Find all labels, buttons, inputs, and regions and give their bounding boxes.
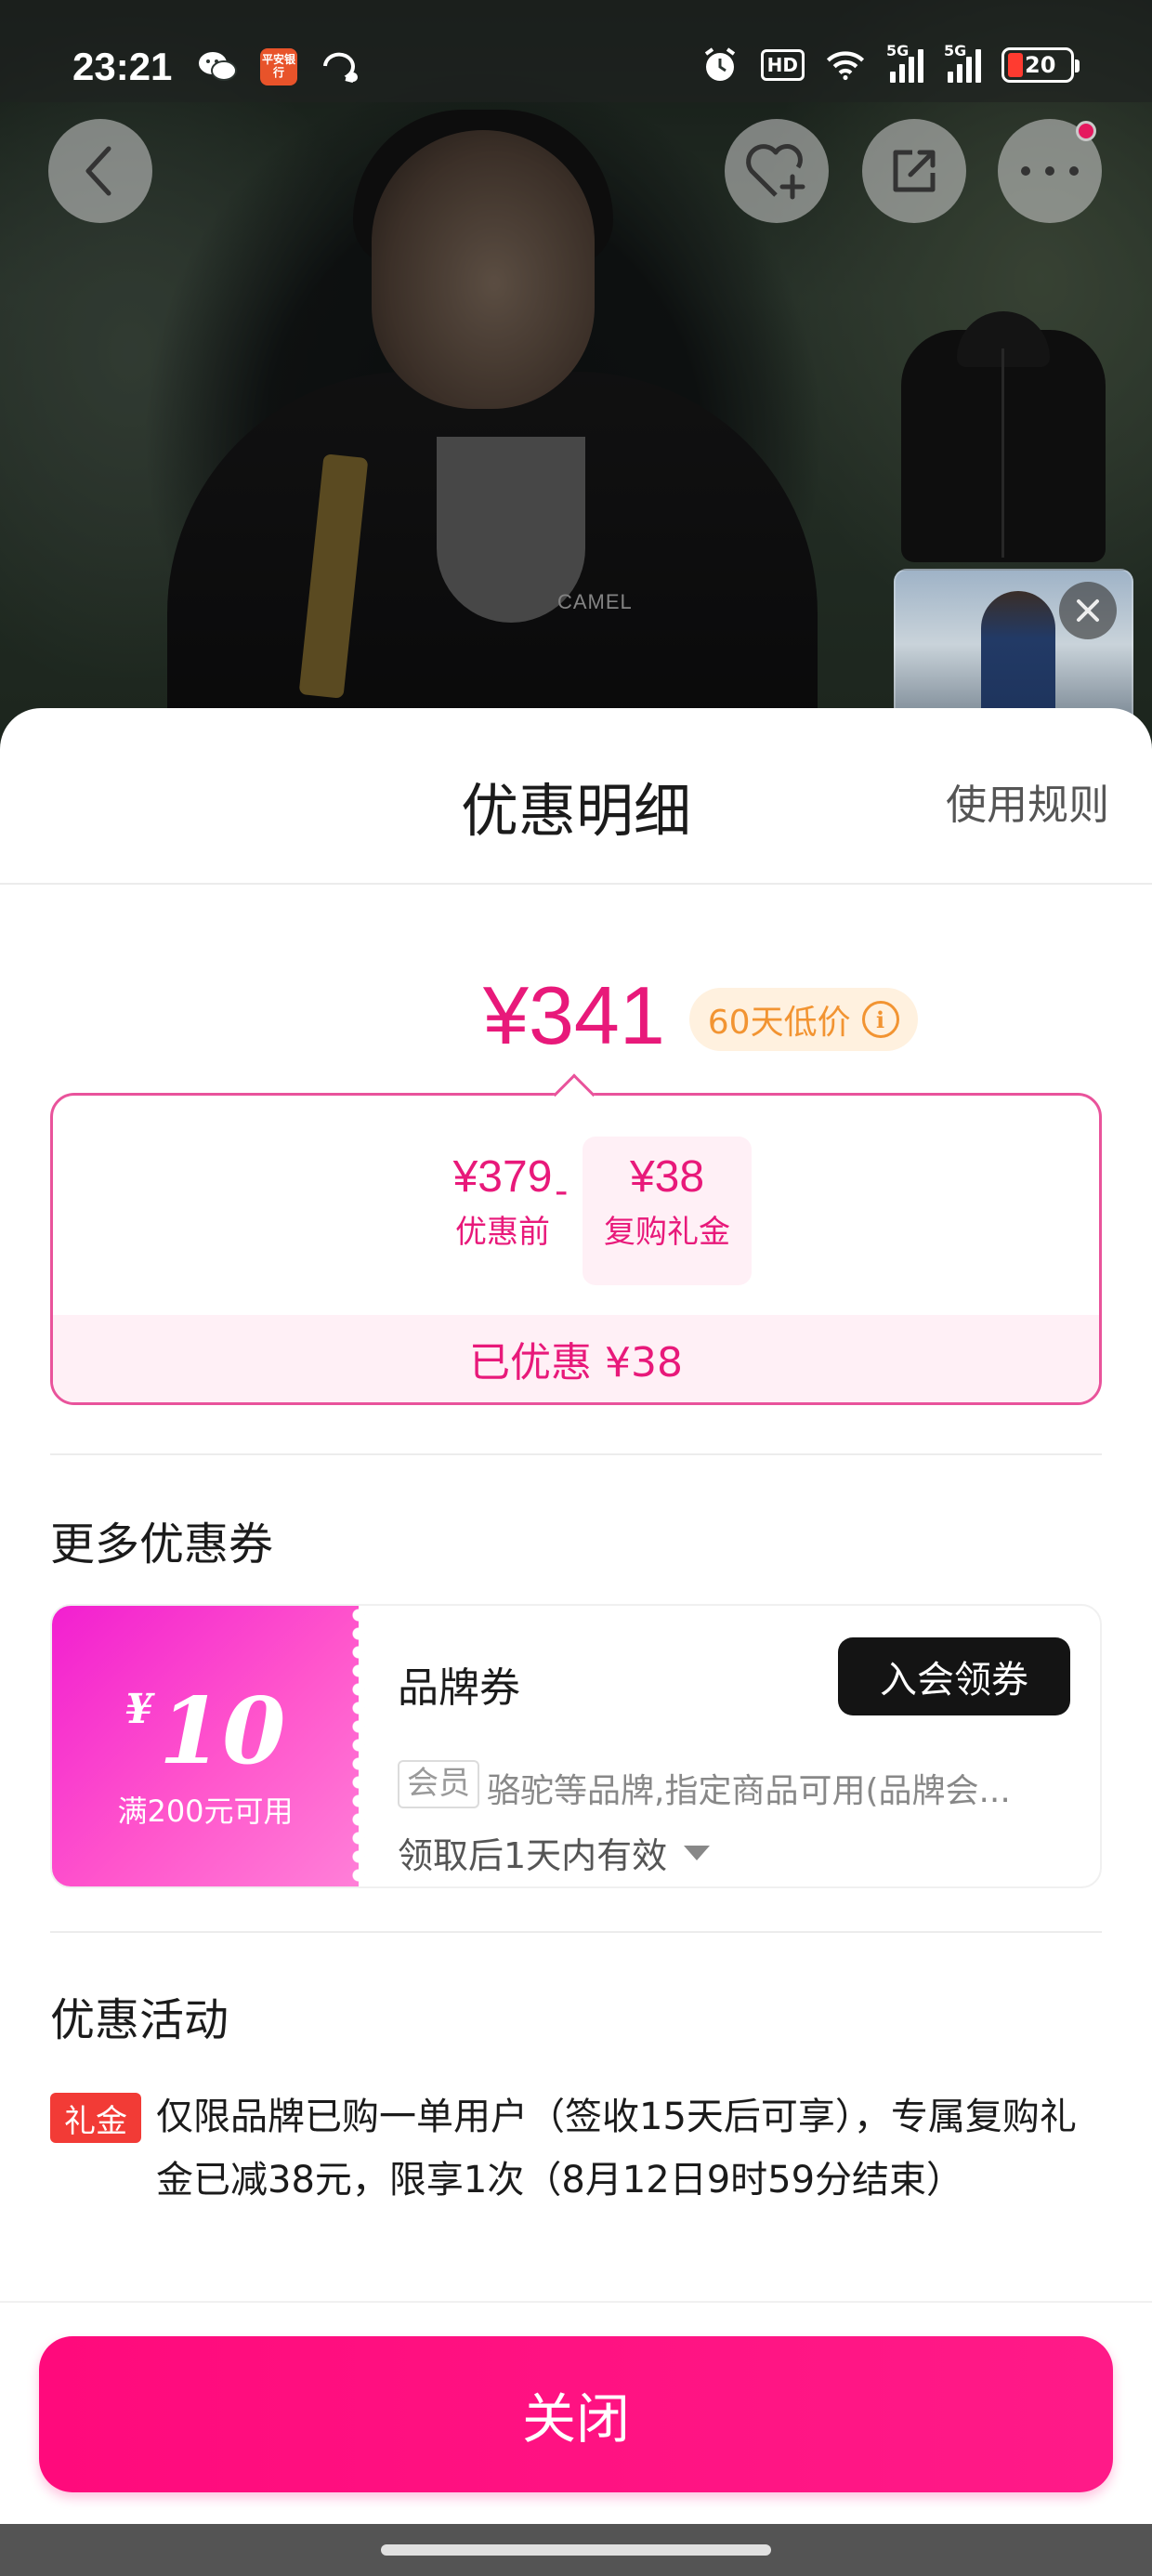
brand-coupon-card[interactable]: ¥10 满200元可用 品牌券 入会领券 会员 骆驼等品牌,指定商品可用(品牌会…: [50, 1604, 1102, 1888]
product-image[interactable]: CAMEL: [0, 0, 1152, 743]
section-divider: [50, 1931, 1102, 1933]
more-dots-icon: [1021, 166, 1079, 176]
battery-percent: 20: [1025, 52, 1056, 78]
header-divider: [0, 883, 1152, 885]
wifi-icon: [825, 46, 866, 84]
low-price-badge-label: 60天低价: [707, 1004, 851, 1042]
home-indicator[interactable]: [381, 2544, 771, 2556]
section-divider: [50, 1453, 1102, 1455]
status-time: 23:21: [72, 45, 173, 88]
final-price: ¥341: [483, 969, 665, 1061]
coupon-condition: 满200元可用: [117, 1794, 294, 1829]
original-label: 优惠前: [455, 1214, 550, 1251]
favorite-button[interactable]: [725, 119, 829, 223]
share-icon: [893, 150, 936, 192]
more-coupons-title: 更多优惠券: [50, 1518, 274, 1571]
cellular-signal-2-icon: 5G: [944, 42, 981, 83]
cellular-signal-1-icon: 5G: [886, 42, 923, 83]
wechat-icon: [197, 48, 238, 85]
activity-description: 仅限品牌已购一单用户（签收15天后可享），专属复购礼金已减38元，限享1次（8月…: [156, 2096, 1077, 2201]
join-and-claim-button[interactable]: 入会领券: [838, 1637, 1070, 1715]
info-icon[interactable]: i: [861, 1001, 899, 1038]
activities-title: 优惠活动: [50, 1994, 229, 2046]
price-breakdown-box: ¥379 优惠前 - ¥38 复购礼金 已优惠 ¥38: [50, 1093, 1102, 1405]
share-button[interactable]: [862, 119, 966, 223]
more-button[interactable]: [998, 119, 1102, 223]
hd-voice-badge: HD: [760, 49, 805, 81]
discount-detail-sheet: 优惠明细 使用规则 ¥341 60天低价 i ¥379 优惠前 - ¥38 复购…: [0, 708, 1152, 2576]
usage-rules-link[interactable]: 使用规则: [946, 771, 1109, 831]
notification-dot: [1076, 121, 1096, 141]
back-button[interactable]: [48, 119, 152, 223]
discount-label: 复购礼金: [604, 1214, 730, 1251]
coupon-description: 骆驼等品牌,指定商品可用(品牌会...: [487, 1772, 1011, 1810]
bank-app-icon: 平安银行: [260, 48, 297, 85]
member-tag: 会员: [398, 1760, 479, 1808]
footer-divider: [0, 2301, 1152, 2303]
coupon-amount: ¥10: [124, 1678, 286, 1785]
discount-amount: ¥38: [629, 1152, 705, 1202]
battery-icon: 20: [1001, 47, 1080, 83]
saved-amount-bar: 已优惠 ¥38: [53, 1315, 1099, 1402]
chat-bubble-icon: [320, 48, 360, 85]
coupon-value-panel: ¥10 满200元可用: [52, 1606, 366, 1886]
chevron-left-icon: [85, 146, 111, 196]
gift-tag: 礼金: [50, 2093, 141, 2143]
video-close-icon[interactable]: [1059, 582, 1117, 639]
repurchase-gift-block: ¥38 复购礼金: [583, 1137, 752, 1285]
status-bar: 23:21 平安银行 HD 5G 5G 20: [0, 0, 1152, 102]
coupon-validity[interactable]: 领取后1天内有效: [398, 1827, 711, 1878]
expand-triangle-icon[interactable]: [684, 1845, 711, 1860]
final-price-row: ¥341 60天低价 i: [483, 968, 918, 1063]
heart-plus-icon: [746, 144, 805, 200]
close-button[interactable]: 关闭: [39, 2336, 1113, 2492]
alarm-icon: [700, 46, 740, 84]
saved-text: 已优惠 ¥38: [469, 1339, 683, 1387]
coupon-name: 品牌券: [398, 1664, 520, 1712]
coupon-validity-text: 领取后1天内有效: [398, 1835, 668, 1876]
minus-sign: -: [555, 1170, 569, 1213]
low-price-badge[interactable]: 60天低价 i: [688, 988, 918, 1051]
